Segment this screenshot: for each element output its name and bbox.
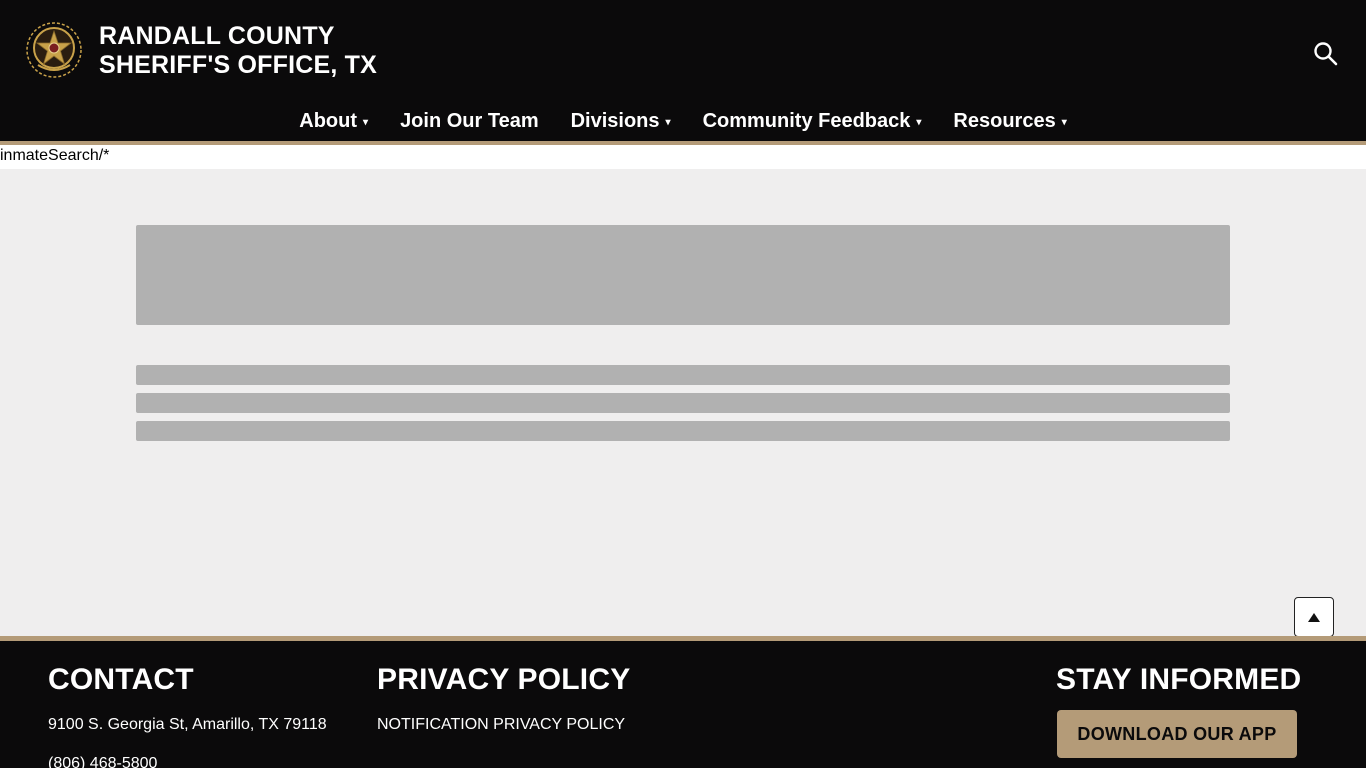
contact-phone[interactable]: (806) 468-5800 <box>48 755 157 768</box>
nav-item-divisions[interactable]: Divisions ▾ <box>555 110 687 133</box>
scroll-to-top-button[interactable] <box>1294 597 1334 637</box>
route-path-text: inmateSearch/* <box>0 145 1366 169</box>
privacy-policy-heading: PRIVACY POLICY <box>377 663 631 696</box>
site-footer: CONTACT 9100 S. Georgia St, Amarillo, TX… <box>0 641 1366 768</box>
stay-informed-heading: STAY INFORMED <box>1056 663 1302 696</box>
nav-item-join-our-team[interactable]: Join Our Team <box>384 110 555 133</box>
nav-item-label: Community Feedback <box>702 109 911 132</box>
caret-down-icon: ▾ <box>916 116 922 128</box>
notification-privacy-policy-link[interactable]: NOTIFICATION PRIVACY POLICY <box>377 716 625 734</box>
loading-placeholder-line <box>136 365 1230 385</box>
main-nav: About ▾ Join Our Team Divisions ▾ Commun… <box>0 105 1366 137</box>
nav-item-resources[interactable]: Resources ▾ <box>937 110 1082 133</box>
loading-placeholder-line <box>136 421 1230 441</box>
nav-item-label: About <box>299 109 358 132</box>
nav-item-community-feedback[interactable]: Community Feedback ▾ <box>687 110 938 133</box>
nav-item-label: Join Our Team <box>400 109 539 132</box>
site-title-line1: RANDALL COUNTY <box>99 22 335 50</box>
nav-item-label: Divisions <box>570 109 660 132</box>
search-icon[interactable] <box>1312 40 1340 68</box>
contact-heading: CONTACT <box>48 663 194 696</box>
loading-placeholder-line <box>136 393 1230 413</box>
nav-item-about[interactable]: About ▾ <box>283 110 384 133</box>
nav-item-label: Resources <box>953 109 1056 132</box>
download-app-button[interactable]: DOWNLOAD OUR APP <box>1057 710 1297 758</box>
arrow-up-icon <box>1308 612 1320 622</box>
site-title[interactable]: RANDALL COUNTY SHERIFF'S OFFICE, TX <box>99 22 377 80</box>
contact-address: 9100 S. Georgia St, Amarillo, TX 79118 <box>48 716 327 733</box>
caret-down-icon: ▾ <box>665 116 671 128</box>
site-title-line2: SHERIFF'S OFFICE, TX <box>99 51 378 79</box>
caret-down-icon: ▾ <box>1061 116 1067 128</box>
sheriff-star-badge-icon[interactable] <box>24 21 84 79</box>
caret-down-icon: ▾ <box>363 116 369 128</box>
loading-placeholder-banner <box>136 225 1230 325</box>
site-header: RANDALL COUNTY SHERIFF'S OFFICE, TX Abou… <box>0 0 1366 141</box>
